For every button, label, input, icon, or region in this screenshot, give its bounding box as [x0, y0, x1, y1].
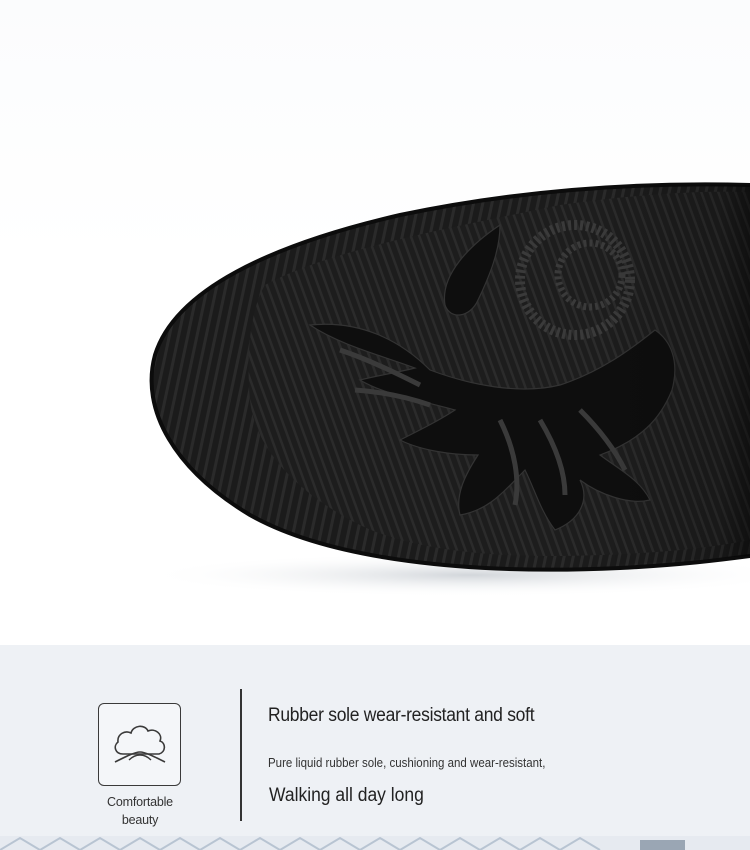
feature-tagline: Walking all day long [269, 785, 424, 806]
caption-line-2: beauty [121, 813, 159, 827]
cloud-comfort-icon [98, 703, 181, 786]
shoe-sole-image [0, 0, 750, 645]
next-image-preview [0, 836, 750, 850]
sole-illustration [140, 182, 750, 597]
feature-panel: Comfortable beauty Rubber sole wear-resi… [0, 645, 750, 850]
feature-description: Pure liquid rubber sole, cushioning and … [268, 756, 546, 770]
icon-caption: Comfortable beauty [88, 793, 192, 829]
vertical-divider [240, 689, 242, 821]
caption-line-1: Comfortable [107, 795, 173, 809]
feature-title: Rubber sole wear-resistant and soft [268, 705, 535, 726]
